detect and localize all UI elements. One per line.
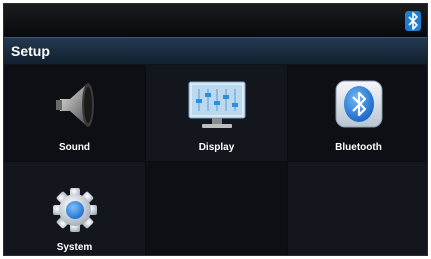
display-equalizer-icon (188, 81, 246, 128)
bluetooth-icon (335, 80, 383, 128)
title-bar: Setup (4, 37, 427, 65)
menu-item-bluetooth[interactable]: Bluetooth (288, 65, 427, 161)
empty-tile (146, 162, 287, 255)
menu-item-label: System (56, 242, 93, 253)
menu-item-sound[interactable]: Sound (4, 65, 145, 161)
setup-menu-grid: Sound Display Bluetooth System (4, 65, 427, 255)
bluetooth-status-icon (405, 11, 421, 31)
speaker-icon (56, 83, 94, 127)
empty-tile (288, 162, 427, 255)
status-bar (4, 4, 427, 37)
menu-item-label: Bluetooth (335, 142, 382, 153)
menu-item-label: Display (198, 142, 235, 153)
gear-icon (53, 188, 97, 232)
menu-item-system[interactable]: System (4, 162, 145, 255)
page-title: Setup (11, 43, 50, 59)
menu-item-display[interactable]: Display (146, 65, 287, 161)
screen-frame: Setup Sound Display Bluetooth System (3, 3, 428, 256)
menu-item-label: Sound (58, 142, 91, 153)
